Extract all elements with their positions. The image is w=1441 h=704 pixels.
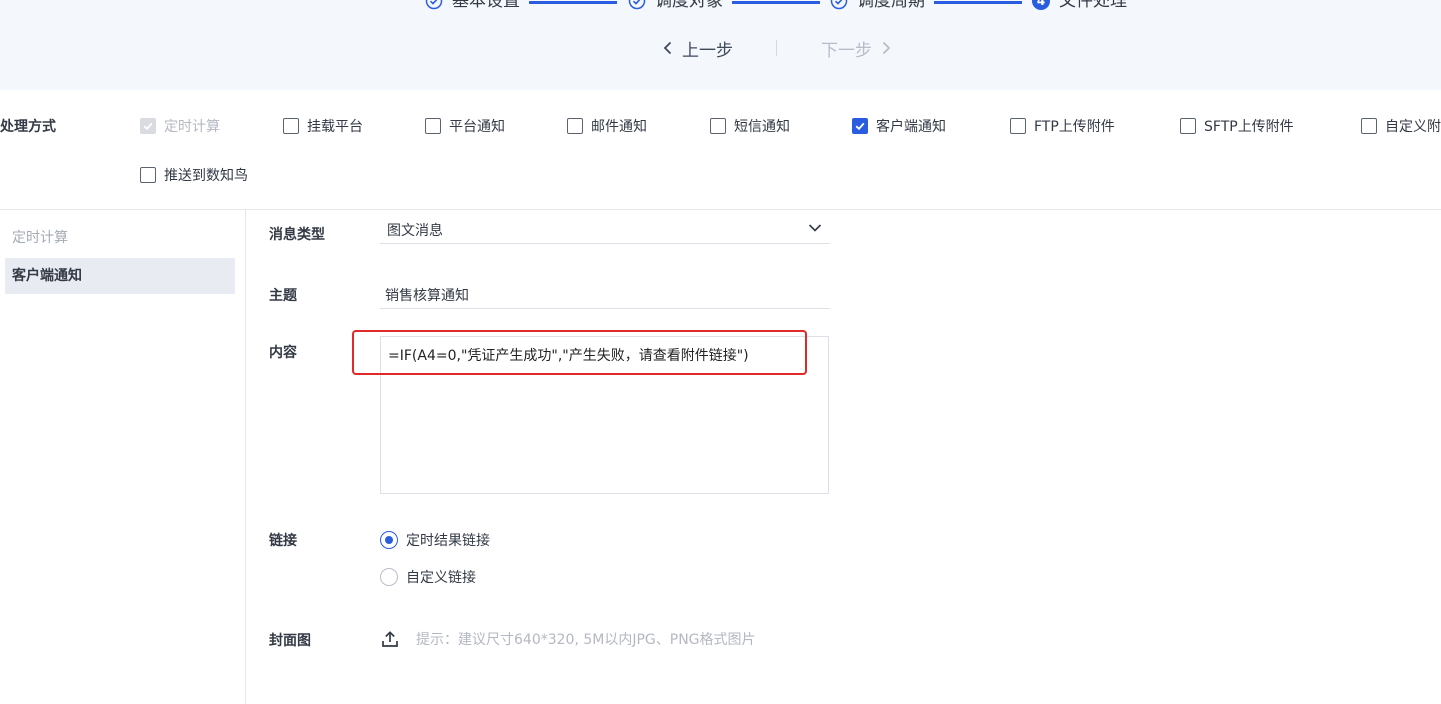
step-schedule-period[interactable]: 调度周期 (830, 0, 925, 12)
step-label: 调度对象 (655, 0, 723, 11)
subject-label: 主题 (269, 288, 297, 304)
next-step-label: 下一步 (821, 40, 872, 61)
checkbox-ftp-upload[interactable]: FTP上传附件 (1010, 116, 1115, 136)
checkbox-client-notice[interactable]: 客户端通知 (852, 116, 946, 136)
checkbox-label: 客户端通知 (876, 119, 946, 135)
checkbox-box[interactable] (1180, 118, 1196, 134)
next-step-button[interactable]: 下一步 (821, 36, 892, 61)
checkbox-label: 自定义附 (1385, 119, 1441, 135)
chevron-right-icon (882, 41, 891, 55)
checkbox-box[interactable] (852, 118, 868, 134)
checkbox-box[interactable] (567, 118, 583, 134)
prev-step-button[interactable]: 上一步 (662, 36, 733, 61)
cover-upload-hint: 提示：建议尺寸640*320, 5M以内JPG、PNG格式图片 (416, 632, 756, 648)
checkbox-box[interactable] (283, 118, 299, 134)
check-icon (143, 122, 153, 131)
step-connector (529, 1, 617, 4)
checkbox-label: 平台通知 (449, 119, 505, 135)
sidebar-item-scheduled-calc[interactable]: 定时计算 (5, 220, 235, 256)
sidebar-divider (245, 210, 246, 704)
checkbox-box[interactable] (140, 167, 156, 183)
cover-image-label: 封面图 (269, 633, 311, 649)
check-circle-icon (425, 0, 443, 10)
checkbox-box (140, 118, 156, 134)
step-connector (732, 1, 820, 4)
step-basic-settings[interactable]: 基本设置 (425, 0, 520, 12)
radio-custom-link[interactable]: 自定义链接 (380, 567, 476, 587)
checkbox-sms-notice[interactable]: 短信通知 (710, 116, 790, 136)
checkbox-label: 推送到数知鸟 (164, 168, 248, 184)
prev-step-label: 上一步 (682, 40, 733, 61)
message-type-label: 消息类型 (269, 227, 325, 243)
check-circle-icon (628, 0, 646, 10)
upload-icon[interactable] (381, 630, 399, 648)
checkbox-push-shuzhiniao[interactable]: 推送到数知鸟 (140, 165, 248, 185)
radio-scheduled-result-link[interactable]: 定时结果链接 (380, 530, 490, 550)
checkbox-box[interactable] (710, 118, 726, 134)
content-textarea[interactable]: =IF(A4=0,"凭证产生成功","产生失败，请查看附件链接") (380, 336, 829, 494)
nav-divider (776, 40, 777, 56)
section-divider (0, 209, 1441, 210)
checkbox-box[interactable] (1010, 118, 1026, 134)
subject-value: 销售核算通知 (385, 288, 469, 304)
radio-dot[interactable] (380, 531, 398, 549)
checkbox-box[interactable] (1361, 118, 1377, 134)
step-label: 基本设置 (452, 0, 520, 11)
checkbox-sftp-upload[interactable]: SFTP上传附件 (1180, 116, 1294, 136)
checkbox-email-notice[interactable]: 邮件通知 (567, 116, 647, 136)
subject-input[interactable]: 销售核算通知 (380, 279, 830, 309)
checkbox-label: 定时计算 (164, 119, 220, 135)
sidebar-item-client-notice[interactable]: 客户端通知 (5, 258, 235, 294)
radio-label: 定时结果链接 (406, 533, 490, 549)
step-label: 文件处理 (1059, 0, 1127, 11)
message-type-select[interactable]: 图文消息 (380, 214, 830, 244)
content-value: =IF(A4=0,"凭证产生成功","产生失败，请查看附件链接") (388, 348, 749, 364)
cover-upload[interactable]: 提示：建议尺寸640*320, 5M以内JPG、PNG格式图片 (381, 629, 756, 649)
chevron-down-icon (808, 224, 822, 232)
checkbox-box[interactable] (425, 118, 441, 134)
content-label: 内容 (269, 345, 297, 361)
step-number-badge: 4 (1032, 0, 1050, 10)
chevron-left-icon (663, 41, 672, 55)
radio-dot[interactable] (380, 568, 398, 586)
check-circle-icon (830, 0, 848, 10)
checkbox-mount-platform[interactable]: 挂载平台 (283, 116, 363, 136)
step-file-processing[interactable]: 4 文件处理 (1032, 0, 1127, 12)
checkbox-label: 挂载平台 (307, 119, 363, 135)
checkbox-custom-attachment[interactable]: 自定义附 (1361, 116, 1441, 136)
step-schedule-object[interactable]: 调度对象 (628, 0, 723, 12)
checkbox-scheduled-calc: 定时计算 (140, 116, 220, 136)
checkbox-label: SFTP上传附件 (1204, 119, 1294, 135)
step-connector (934, 1, 1022, 4)
message-type-value: 图文消息 (387, 223, 443, 239)
processing-method-label: 处理方式 (0, 119, 56, 135)
checkbox-platform-notice[interactable]: 平台通知 (425, 116, 505, 136)
checkbox-label: 短信通知 (734, 119, 790, 135)
check-icon (855, 122, 865, 131)
checkbox-label: FTP上传附件 (1034, 119, 1115, 135)
step-label: 调度周期 (857, 0, 925, 11)
wizard-header: 基本设置 调度对象 调度周期 4 文件处理 上一步 下一步 (0, 0, 1441, 90)
step-indicator: 基本设置 调度对象 调度周期 4 文件处理 (0, 0, 1441, 12)
radio-label: 自定义链接 (406, 570, 476, 586)
checkbox-label: 邮件通知 (591, 119, 647, 135)
link-label: 链接 (269, 533, 297, 549)
